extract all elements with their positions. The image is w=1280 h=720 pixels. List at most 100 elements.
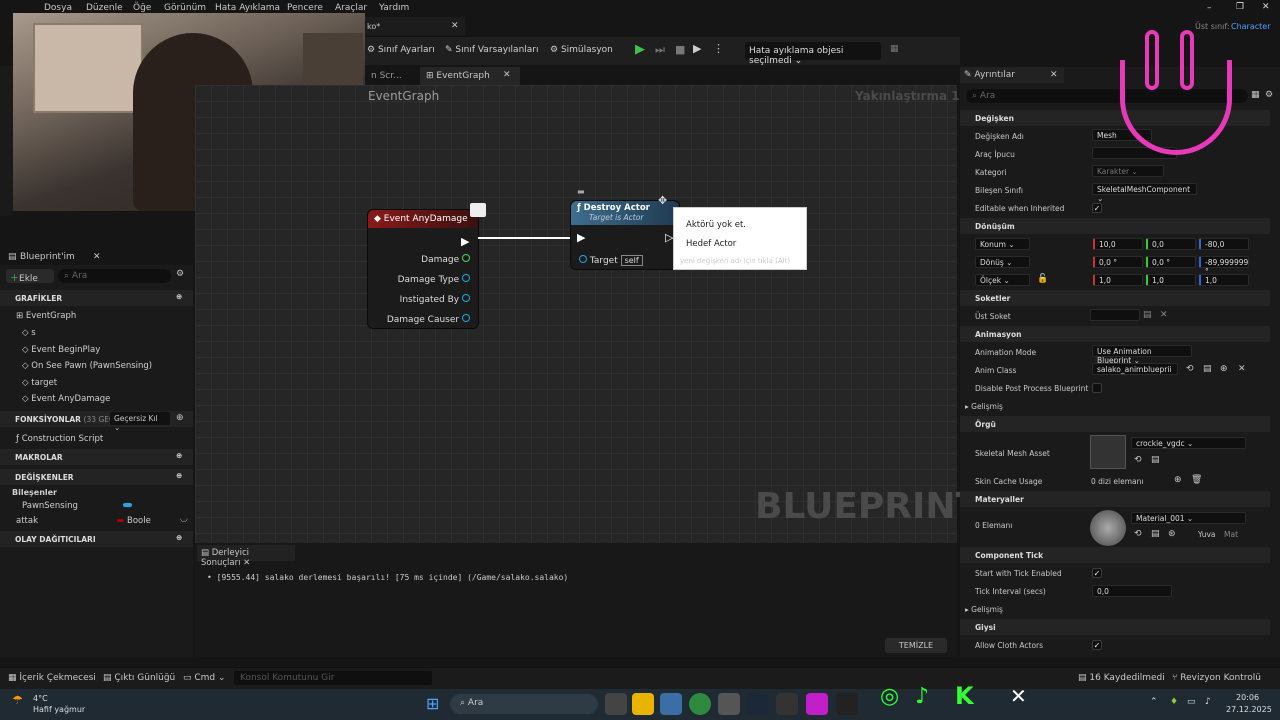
console-input[interactable]: Konsol Komutunu Gir xyxy=(234,671,432,685)
rotation-dropdown[interactable]: Dönüş ⌄ xyxy=(975,256,1030,268)
location-y[interactable]: 0,0 xyxy=(1146,238,1196,250)
browse-icon[interactable]: ▤ xyxy=(1143,310,1152,320)
graph-item-on-see-pawn[interactable]: ◇ On See Pawn (PawnSensing) xyxy=(22,361,152,371)
menu-tools[interactable]: Araçlar xyxy=(335,3,367,13)
play-icon[interactable]: ▶ xyxy=(635,42,645,57)
mat-field[interactable]: Mat xyxy=(1224,530,1238,539)
weather-icon[interactable]: ☂ xyxy=(12,693,23,707)
graph-item-anydamage[interactable]: ◇ Event AnyDamage xyxy=(22,394,110,404)
scale-dropdown[interactable]: Ölçek ⌄ xyxy=(975,274,1030,286)
override-dropdown[interactable]: Geçersiz Kıl ⌄ xyxy=(110,412,170,432)
store-icon[interactable] xyxy=(660,693,682,715)
menu-view[interactable]: Görünüm xyxy=(164,3,206,13)
parent-socket-field[interactable] xyxy=(1090,309,1140,321)
scale-x[interactable]: 1,0 xyxy=(1093,274,1143,286)
tab-construction[interactable]: n Scr... xyxy=(365,67,408,85)
menu-asset[interactable]: Öğe xyxy=(133,3,151,13)
graphs-section[interactable]: GRAFİKLER ⊕ xyxy=(0,290,193,306)
rotation-y[interactable]: 0,0 ° xyxy=(1146,256,1196,268)
dispatchers-section[interactable]: OLAY DAĞITICILARI ⊕ xyxy=(0,531,193,547)
add-function-icon[interactable]: ⊕ xyxy=(176,413,184,423)
use-selected-icon[interactable]: ⟲ xyxy=(1134,529,1142,539)
section-mesh[interactable]: Örgü xyxy=(960,416,1270,432)
menu-file[interactable]: Dosya xyxy=(44,3,72,13)
app-icon[interactable] xyxy=(806,693,828,715)
scale-y[interactable]: 1,0 xyxy=(1146,274,1196,286)
epic-games-icon[interactable] xyxy=(776,693,798,715)
lock-icon[interactable]: 🔓 xyxy=(1037,274,1048,284)
exec-in-pin[interactable]: ▶ xyxy=(577,231,585,244)
taskbar-search[interactable]: ⌕ Ara xyxy=(450,694,598,714)
details-tab[interactable]: ✎ Ayrıntılar ✕ xyxy=(960,67,1064,83)
component-class-dropdown[interactable]: SkeletalMeshComponent ⌄ xyxy=(1092,183,1197,203)
add-icon[interactable]: ⊕ xyxy=(1220,364,1228,374)
material-options-icon[interactable]: ⊛ xyxy=(1168,529,1176,539)
step-icon[interactable]: ⏭ xyxy=(655,43,665,57)
location-dropdown[interactable]: Konum ⌄ xyxy=(975,238,1030,250)
pin-target[interactable]: Target self xyxy=(579,255,643,266)
section-animation[interactable]: Animasyon xyxy=(960,326,1270,342)
graph-canvas[interactable] xyxy=(195,85,957,543)
browse-icon[interactable]: ▤ xyxy=(1151,529,1160,539)
use-selected-icon[interactable]: ⟲ xyxy=(1134,455,1142,465)
content-drawer-button[interactable]: ▦ İçerik Çekmecesi xyxy=(8,673,96,683)
section-transform[interactable]: Dönüşüm xyxy=(960,218,1270,234)
close-window-icon[interactable]: ✕ xyxy=(1262,2,1270,12)
skeletal-mesh-dropdown[interactable]: crockie_vgdc ⌄ xyxy=(1131,437,1246,449)
stop-icon[interactable]: ■ xyxy=(675,43,685,56)
scale-z[interactable]: 1,0 xyxy=(1199,274,1249,286)
graph-item-target[interactable]: ◇ target xyxy=(22,378,57,388)
search-input[interactable]: ⌕ Ara xyxy=(58,269,171,283)
minimize-icon[interactable]: – xyxy=(1207,3,1212,13)
browse-icon[interactable]: ▤ xyxy=(1203,364,1212,374)
mesh-thumbnail[interactable] xyxy=(1090,435,1126,469)
windows-start-icon[interactable]: ⊞ xyxy=(426,694,439,713)
variables-section[interactable]: DEĞİŞKENLER ⊕ xyxy=(0,469,193,485)
grid-view-icon[interactable]: ▦ xyxy=(1251,90,1260,100)
cmd-dropdown[interactable]: ▭ Cmd ⌄ xyxy=(183,673,226,683)
section-component-tick[interactable]: Component Tick xyxy=(960,547,1270,563)
mic-icon[interactable]: ♦ xyxy=(1170,697,1178,707)
close-tab-icon[interactable]: ✕ xyxy=(503,70,511,80)
editable-inherited-checkbox[interactable]: ✓ xyxy=(1092,203,1102,213)
section-sockets[interactable]: Soketler xyxy=(960,290,1270,306)
use-selected-icon[interactable]: ⟲ xyxy=(1186,364,1194,374)
tray-chevron-icon[interactable]: ⌃ xyxy=(1150,697,1158,707)
settings-gear-icon[interactable]: ⚙ xyxy=(176,269,184,279)
add-element-icon[interactable]: ⊕ xyxy=(1174,475,1182,485)
trash-icon[interactable]: 🗑 xyxy=(1191,475,1202,485)
destroy-actor-node[interactable]: ƒ Destroy Actor Target is Actor ▶ ▷ Targ… xyxy=(570,200,680,270)
pin-damage-type[interactable]: Damage Type xyxy=(398,274,470,285)
start-tick-checkbox[interactable]: ✓ xyxy=(1092,568,1102,578)
more-icon[interactable]: ⋮ xyxy=(713,42,724,55)
add-graph-icon[interactable]: ⊕ xyxy=(176,292,182,301)
graph-item-eventgraph[interactable]: ⊞ EventGraph xyxy=(16,311,76,321)
settings-gear-icon[interactable]: ⚙ xyxy=(1265,90,1273,100)
compiler-tab[interactable]: ▤ Derleyici Sonuçları ✕ xyxy=(197,545,295,568)
variable-pawnsensing[interactable]: PawnSensing xyxy=(22,501,78,511)
pin-damage[interactable]: Damage xyxy=(421,254,470,265)
anim-mode-dropdown[interactable]: Use Animation Blueprint ⌄ xyxy=(1092,345,1192,365)
target-self-field[interactable]: self xyxy=(620,255,643,266)
browse-icon[interactable]: ▤ xyxy=(1151,455,1160,465)
section-materials[interactable]: Materyaller xyxy=(960,491,1270,507)
clear-icon[interactable]: ✕ xyxy=(1160,310,1168,320)
steam-icon[interactable] xyxy=(746,693,768,715)
maximize-icon[interactable]: ❐ xyxy=(1236,2,1244,12)
volume-icon[interactable]: ♪ xyxy=(1205,697,1211,707)
pin-instigated-by[interactable]: Instigated By xyxy=(400,294,470,305)
location-x[interactable]: 10,0 xyxy=(1093,238,1143,250)
anim-class-dropdown[interactable]: salako_animblueprii xyxy=(1092,363,1178,375)
material-thumbnail[interactable] xyxy=(1090,510,1126,546)
graph-item-beginplay[interactable]: ◇ Event BeginPlay xyxy=(22,345,100,355)
clock-date[interactable]: 27.12.2025 xyxy=(1226,705,1272,714)
debug-filter-icon[interactable]: ▦ xyxy=(890,44,899,54)
disable-pp-checkbox[interactable] xyxy=(1092,383,1102,393)
task-view-icon[interactable] xyxy=(605,693,627,715)
class-settings-button[interactable]: ⚙ Sınıf Ayarları xyxy=(367,45,435,55)
output-log-button[interactable]: ▤ Çıktı Günlüğü xyxy=(103,673,175,683)
file-explorer-icon[interactable] xyxy=(632,693,654,715)
app-icon[interactable] xyxy=(718,693,740,715)
class-defaults-button[interactable]: ✎ Sınıf Varsayılanları xyxy=(445,45,539,55)
variable-attak[interactable]: attak xyxy=(16,516,38,526)
